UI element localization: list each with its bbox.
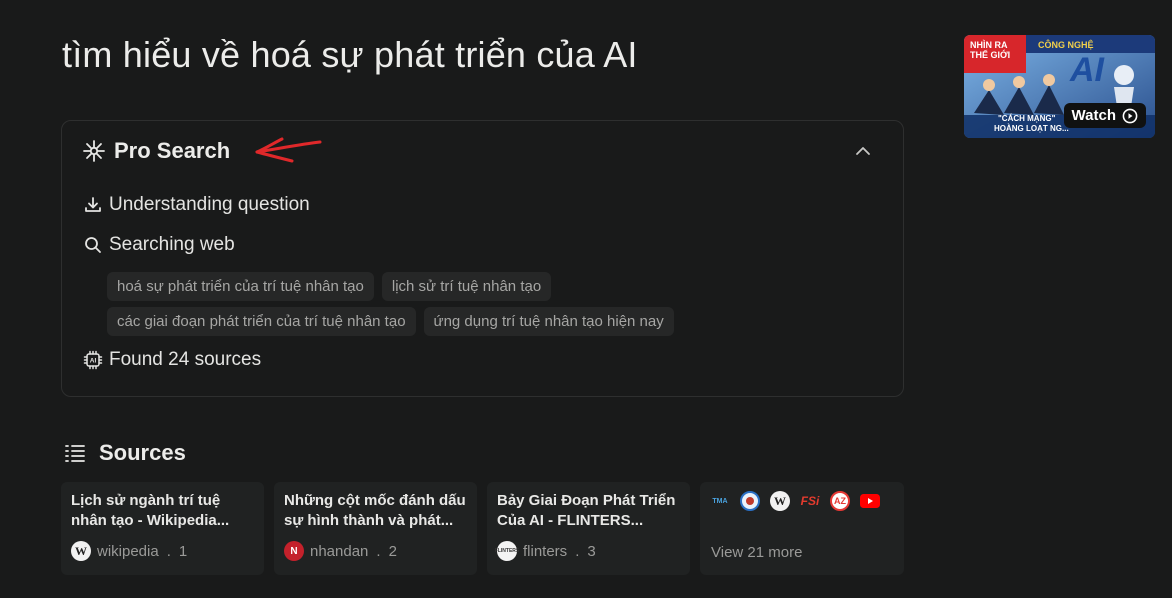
youtube-icon — [860, 491, 880, 511]
source-meta: FLINTERS flinters . 3 — [495, 541, 596, 561]
separator-dot: . — [166, 542, 171, 560]
step-understanding: Understanding question — [83, 194, 310, 216]
video-thumb-text: AI — [1070, 51, 1104, 89]
download-icon — [83, 195, 103, 215]
video-thumb-text: CÔNG NGHỆ — [1038, 40, 1094, 50]
step-understanding-label: Understanding question — [109, 194, 310, 215]
chevron-up-icon — [856, 147, 870, 155]
query-chip[interactable]: hoá sự phát triển của trí tuệ nhân tạo — [107, 272, 374, 301]
source-card[interactable]: Bảy Giai Đoạn Phát Triển Của AI - FLINTE… — [487, 482, 690, 575]
collapse-button[interactable] — [853, 141, 873, 161]
source-card[interactable]: Lịch sử ngành trí tuệ nhân tạo - Wikiped… — [61, 482, 264, 575]
source-index: 1 — [178, 542, 188, 560]
ai-chip-icon: AI — [83, 350, 103, 370]
view-more-sources-card[interactable]: TMA W FSi AZ View 21 more — [700, 482, 904, 575]
separator-dot: . — [376, 542, 381, 560]
separator-dot: . — [575, 542, 580, 560]
search-icon — [83, 235, 103, 255]
step-found: AI Found 24 sources — [83, 349, 261, 371]
source-site: flinters — [523, 542, 568, 560]
video-thumb-text: "CÁCH MẠNG" — [998, 114, 1056, 123]
sources-header: Sources — [63, 440, 186, 466]
svg-text:AI: AI — [90, 358, 97, 365]
source-card[interactable]: Những cột mốc đánh dấu sự hình thành và … — [274, 482, 477, 575]
view-more-label: View 21 more — [711, 544, 803, 561]
video-thumbnail[interactable]: NHÌN RA THẾ GIỚI CÔNG NGHỆ AI "CÁCH MẠNG… — [964, 35, 1155, 138]
pro-search-label: Pro Search — [114, 138, 231, 163]
source-meta: N nhandan . 2 — [284, 541, 397, 561]
seal-icon — [740, 491, 760, 511]
sparkle-icon — [82, 139, 106, 163]
video-thumb-text: HOÀNG LOẠT NG... — [994, 124, 1069, 133]
watch-button[interactable]: Watch — [1063, 103, 1146, 128]
az-icon: AZ — [830, 491, 850, 511]
source-title: Lịch sử ngành trí tuệ nhân tạo - Wikiped… — [71, 492, 230, 529]
query-chip[interactable]: các giai đoạn phát triển của trí tuệ nhâ… — [107, 307, 416, 336]
flinters-icon: FLINTERS — [495, 541, 519, 561]
query-chips-row-2: các giai đoạn phát triển của trí tuệ nhâ… — [107, 307, 674, 336]
source-site: nhandan — [310, 542, 369, 560]
sources-label: Sources — [99, 440, 186, 465]
pro-search-panel: Pro Search Understanding question Search… — [61, 120, 904, 397]
pro-search-header[interactable]: Pro Search — [82, 138, 230, 164]
source-index: 3 — [587, 542, 596, 560]
query-title: tìm hiểu về hoá sự phát triển của AI — [62, 34, 638, 75]
wikipedia-icon: W — [770, 491, 790, 511]
source-index: 2 — [388, 542, 397, 560]
source-meta: W wikipedia . 1 — [71, 541, 187, 561]
nhandan-icon: N — [284, 541, 304, 561]
list-icon — [63, 441, 87, 465]
source-title: Bảy Giai Đoạn Phát Triển Của AI - FLINTE… — [497, 492, 676, 529]
step-searching-label: Searching web — [109, 234, 235, 255]
annotation-arrow-icon — [255, 137, 322, 163]
query-chips-row-1: hoá sự phát triển của trí tuệ nhân tạo l… — [107, 272, 552, 301]
step-searching: Searching web — [83, 234, 235, 256]
tma-icon: TMA — [712, 497, 728, 505]
fsi-icon: FSi — [800, 494, 820, 508]
step-found-label: Found 24 sources — [109, 349, 262, 370]
video-thumb-text: NHÌN RA THẾ GIỚI — [970, 40, 1011, 60]
source-site: wikipedia — [97, 542, 159, 560]
query-chip[interactable]: lịch sử trí tuệ nhân tạo — [381, 272, 552, 301]
watch-label: Watch — [1071, 107, 1116, 124]
query-chip[interactable]: ứng dụng trí tuệ nhân tạo hiện nay — [423, 307, 674, 336]
favicon-row: TMA W FSi AZ — [710, 491, 880, 511]
wikipedia-icon: W — [71, 541, 91, 561]
source-title: Những cột mốc đánh dấu sự hình thành và … — [284, 492, 466, 529]
play-circle-icon — [1122, 108, 1138, 124]
